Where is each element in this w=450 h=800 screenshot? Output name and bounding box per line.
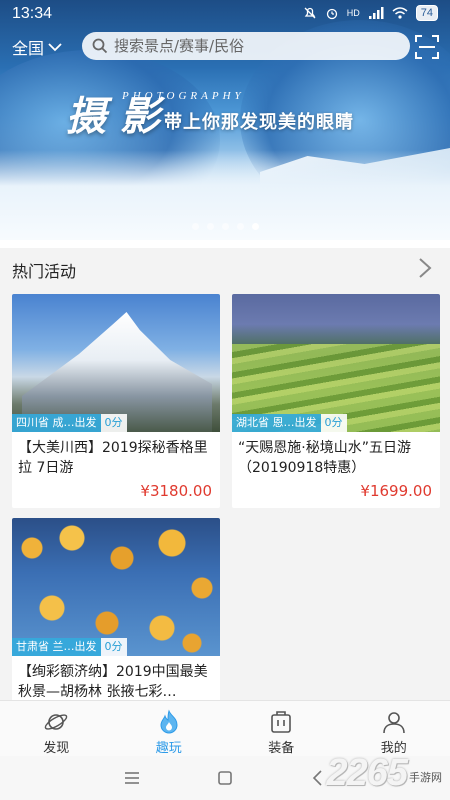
status-icons: HD 74 (303, 5, 438, 21)
battery-indicator: 74 (415, 5, 438, 21)
activity-score: 0分 (100, 414, 127, 432)
carousel-dot[interactable] (236, 223, 244, 230)
activity-grid: 四川省 成…出发 0分 【大美川西】2019探秘香格里拉 7日游 ¥3180.0… (0, 288, 450, 702)
watermark-number: 2265 (326, 752, 408, 794)
search-icon (92, 38, 108, 54)
activity-location: 湖北省 恩…出发 (232, 414, 321, 432)
top-search-bar: 全国 (0, 30, 450, 64)
region-label: 全国 (12, 39, 45, 58)
signal-icon (368, 7, 384, 19)
activity-title: 【大美川西】2019探秘香格里拉 7日游 (18, 440, 208, 476)
slogan-chinese-text: 带上你那发现美的眼睛 (164, 112, 354, 133)
region-selector[interactable]: 全国 (12, 35, 62, 59)
activity-tag: 四川省 成…出发 0分 (12, 414, 127, 432)
activity-location: 四川省 成…出发 (12, 414, 101, 432)
slogan-english-text: PHOTOGRAPHY (122, 90, 245, 102)
watermark-site: 手游网 (409, 771, 442, 784)
carousel-dot-active[interactable] (251, 223, 259, 230)
section-header-hot-activities: 热门活动 (0, 248, 450, 288)
mute-icon (304, 7, 316, 19)
back-icon[interactable] (308, 768, 328, 788)
status-time: 13:34 (12, 5, 53, 22)
activity-image: 甘肃省 兰…出发 0分 (12, 518, 220, 656)
search-box[interactable] (82, 32, 410, 60)
site-watermark: 2265 手游网 (326, 752, 442, 795)
activity-price: ¥1699.00 (360, 482, 432, 500)
activity-card[interactable]: 四川省 成…出发 0分 【大美川西】2019探秘香格里拉 7日游 ¥3180.0… (12, 294, 220, 508)
tab-mine[interactable]: 我的 (338, 701, 450, 756)
tab-gear[interactable]: 装备 (225, 701, 338, 756)
tab-label: 发现 (43, 741, 70, 756)
activity-title: “天赐恩施·秘境山水”五日游（20190918特惠） (238, 440, 411, 476)
activity-score: 0分 (100, 638, 127, 656)
menu-icon[interactable] (122, 768, 142, 788)
activity-tag: 湖北省 恩…出发 0分 (232, 414, 347, 432)
planet-icon (44, 714, 68, 730)
activity-tag: 甘肃省 兰…出发 0分 (12, 638, 127, 656)
app-screen: 摄 影 PHOTOGRAPHY 带上你那发现美的眼睛 13:34 HD 74 全… (0, 0, 450, 800)
alarm-icon (326, 8, 337, 20)
carousel-dot[interactable] (206, 223, 214, 230)
tab-fun[interactable]: 趣玩 (113, 701, 226, 756)
scan-icon[interactable] (414, 34, 440, 60)
flame-icon (160, 709, 178, 734)
bag-icon (271, 711, 292, 733)
tab-discover[interactable]: 发现 (0, 701, 113, 756)
home-icon[interactable] (215, 768, 235, 788)
carousel-indicator (0, 223, 450, 230)
tab-label: 趣玩 (155, 741, 182, 756)
activity-location: 甘肃省 兰…出发 (12, 638, 101, 656)
carousel-dot[interactable] (221, 223, 229, 230)
bottom-tab-bar: 发现 趣玩 装备 我的 (0, 700, 450, 756)
activity-card[interactable]: 湖北省 恩…出发 0分 “天赐恩施·秘境山水”五日游（20190918特惠） ¥… (232, 294, 440, 508)
activity-score: 0分 (320, 414, 347, 432)
chevron-right-icon[interactable] (414, 256, 436, 280)
poplar-forest-photo (12, 518, 220, 656)
chevron-down-icon (48, 43, 62, 52)
activity-card[interactable]: 甘肃省 兰…出发 0分 【绚彩额济纳】2019中国最美秋景—胡杨林 张掖七彩… (12, 518, 220, 702)
status-bar: 13:34 HD 74 (0, 0, 450, 30)
wifi-icon (392, 7, 408, 19)
activity-image: 湖北省 恩…出发 0分 (232, 294, 440, 432)
search-input[interactable] (114, 37, 394, 55)
user-icon (382, 712, 405, 734)
carousel-dot[interactable] (191, 223, 199, 230)
tab-label: 装备 (268, 741, 295, 756)
activity-image: 四川省 成…出发 0分 (12, 294, 220, 432)
activity-price: ¥3180.00 (140, 482, 212, 500)
network-type-label: HD (346, 8, 360, 18)
section-title: 热门活动 (12, 262, 77, 281)
activity-title: 【绚彩额济纳】2019中国最美秋景—胡杨林 张掖七彩… (18, 664, 208, 700)
